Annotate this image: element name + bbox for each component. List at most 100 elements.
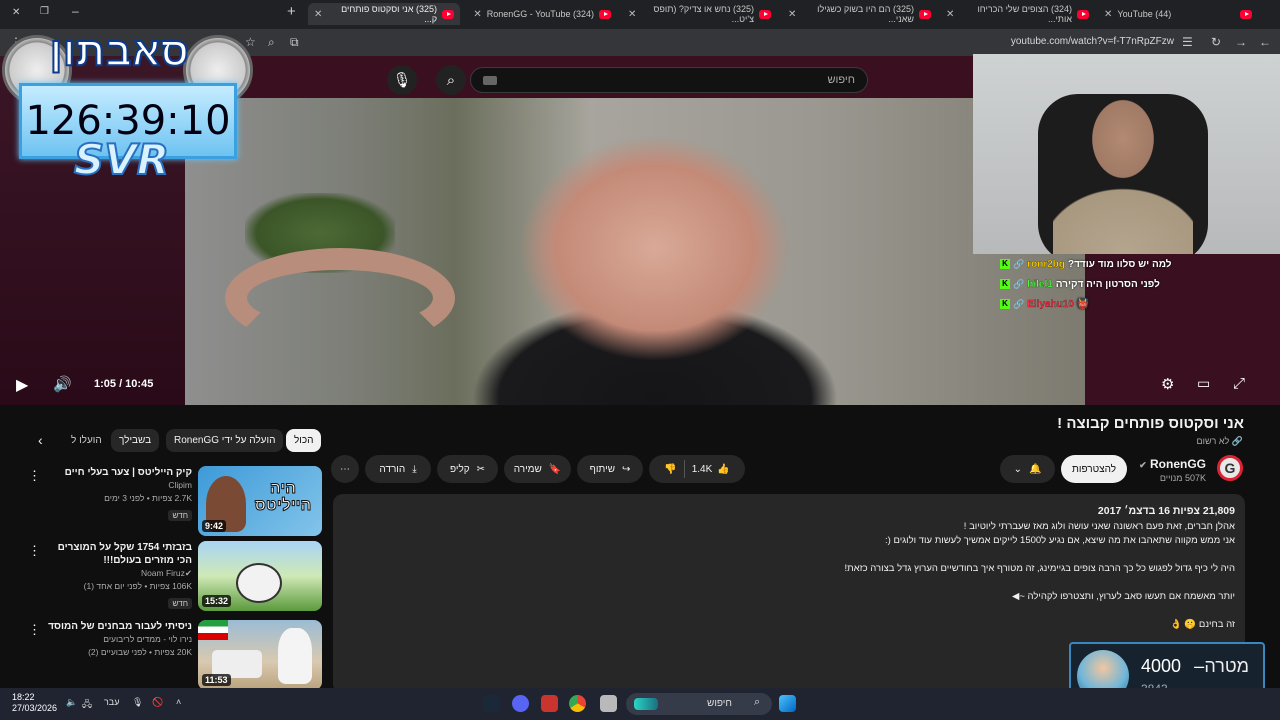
video-thumbnail[interactable]: היה הייליטס 9:42: [198, 466, 322, 536]
mic-icon[interactable]: 🎙: [132, 697, 143, 708]
thumb-up-icon: 👍: [717, 463, 730, 475]
chat-message: K 🔗 Eliyahu10 👹: [1000, 294, 1280, 314]
taskbar-search-text: חיפוש: [707, 698, 732, 709]
taskbar-clock[interactable]: 18:22 27/03/2026: [12, 692, 57, 714]
app-icon[interactable]: [541, 695, 558, 712]
subscribed-dropdown-button[interactable]: 🔔 ⌄: [1000, 455, 1055, 483]
voice-search-button[interactable]: 🎙: [387, 65, 417, 95]
recommended-video[interactable]: 15:32 בזבזתי 1754 שקל על המוצרים הכי מוז…: [20, 541, 322, 611]
tab-current[interactable]: (325) אני וסקטוס פותחים ק... ✕: [308, 3, 460, 25]
zoom-icon[interactable]: ⌕: [268, 35, 275, 50]
video-thumbnail[interactable]: 15:32: [198, 541, 322, 611]
rec-channel[interactable]: ✔Noam Firuz: [42, 567, 192, 580]
clip-button[interactable]: ✂ קליפ: [437, 455, 498, 483]
search-button[interactable]: ⌕: [436, 65, 466, 95]
rec-channel[interactable]: Clipim: [42, 479, 192, 492]
close-tab-icon[interactable]: ✕: [314, 9, 322, 20]
keyboard-icon[interactable]: [483, 76, 497, 85]
filter-all[interactable]: הכול: [286, 429, 322, 452]
description-line: [343, 576, 1235, 590]
recommended-video[interactable]: 11:53 ניסיתי לעבור מבחנים של המוסד נירו …: [20, 620, 322, 690]
windows-start-icon[interactable]: [779, 695, 796, 712]
forward-icon[interactable]: →: [1235, 35, 1247, 49]
thumb-person: [278, 628, 312, 684]
network-icon[interactable]: 🖧: [82, 697, 92, 713]
close-tab-icon[interactable]: ✕: [628, 9, 636, 20]
more-dots-icon[interactable]: ⋮: [28, 543, 41, 559]
tray-expand-icon[interactable]: ˄: [176, 697, 181, 707]
filter-uploaded-by[interactable]: הועלה על ידי RonenGG: [166, 429, 284, 452]
language-indicator[interactable]: עבר: [104, 697, 119, 707]
reload-icon[interactable]: ↻: [1211, 35, 1221, 49]
share-icon: ↪: [622, 463, 631, 475]
dislike-button[interactable]: 👎: [664, 464, 676, 475]
duration-badge: 9:42: [202, 520, 227, 532]
rec-title[interactable]: ניסיתי לעבור מבחנים של המוסד: [42, 620, 192, 633]
tune-icon[interactable]: ☰: [1182, 35, 1193, 49]
file-explorer-icon[interactable]: [600, 695, 617, 712]
search-icon: ⌕: [754, 696, 761, 708]
rec-channel[interactable]: נירו לוי - ממדים לריבועים: [42, 633, 192, 646]
channel-avatar[interactable]: G: [1217, 455, 1243, 481]
tab-video-3[interactable]: (325) נחש או צדיק? (תופס צ'יט... ✕: [622, 3, 777, 25]
chat-text: 👹: [1076, 298, 1090, 310]
new-tab-icon[interactable]: +: [287, 3, 296, 20]
kick-badge-icon: K: [1000, 299, 1010, 309]
like-button[interactable]: 👍 1.4K: [692, 464, 730, 475]
rec-title[interactable]: בזבזתי 1754 שקל על המוצרים הכי מוזרים בע…: [42, 541, 192, 567]
taskbar: 18:22 27/03/2026 🔈 🖧 עבר 🎙 🚫 ˄ חיפוש ⌕: [0, 688, 1280, 720]
rec-title[interactable]: קיק הייליטס | צער בעלי חיים: [42, 466, 192, 479]
visibility-text: לא רשום: [1196, 436, 1230, 446]
youtube-search-box[interactable]: חיפוש: [470, 67, 868, 93]
join-button[interactable]: להצטרפות: [1061, 455, 1127, 483]
close-tab-icon[interactable]: ✕: [946, 9, 954, 20]
theater-mode-icon[interactable]: ▭: [1197, 375, 1210, 392]
video-thumbnail[interactable]: 11:53: [198, 620, 322, 690]
share-button[interactable]: ↪ שיתוף: [577, 455, 643, 483]
save-button[interactable]: 🔖 שמירה: [504, 455, 571, 483]
close-tab-icon[interactable]: ✕: [788, 9, 796, 20]
chevron-left-icon[interactable]: ‹: [38, 432, 43, 448]
close-tab-icon[interactable]: ✕: [473, 9, 481, 20]
more-actions-button[interactable]: ⋯: [331, 455, 359, 483]
url-text[interactable]: youtube.com/watch?v=f-T7nRpZFzw: [1011, 36, 1174, 47]
tab-video-1[interactable]: (324) הצופים שלי הכריחו אותי... ✕: [940, 3, 1095, 25]
play-icon[interactable]: ▶: [16, 375, 28, 395]
fullscreen-icon[interactable]: ⤢: [1233, 375, 1245, 392]
link-badge-icon: 🔗: [1013, 278, 1025, 289]
bookmark-icon: 🔖: [548, 463, 562, 475]
discord-icon[interactable]: [512, 695, 529, 712]
subscriber-count: 507K מנויים: [1159, 473, 1206, 483]
video-frame[interactable]: [185, 98, 1085, 405]
mute-icon[interactable]: 🚫: [152, 697, 163, 708]
tab-ronengg[interactable]: (324) RonenGG - YouTube ✕: [465, 3, 617, 25]
recommended-video[interactable]: היה הייליטס 9:42 קיק הייליטס | צער בעלי …: [20, 466, 322, 536]
youtube-icon: [1077, 9, 1089, 19]
view-date-meta: 21,809 צפיות 16 בדצמ׳ 2017: [1097, 505, 1235, 517]
volume-icon[interactable]: 🔊: [53, 375, 72, 393]
share-label: שיתוף: [589, 463, 616, 475]
back-icon[interactable]: ←: [1259, 35, 1271, 49]
goal-target: 4000 –: [1141, 656, 1204, 677]
more-dots-icon[interactable]: ⋮: [28, 468, 41, 484]
settings-gear-icon[interactable]: ⚙: [1161, 375, 1174, 393]
tab-video-2[interactable]: (325) הם היו בשוק כשגילו שאני... ✕: [782, 3, 937, 25]
thumb-object: [236, 563, 282, 603]
channel-name[interactable]: RonenGG ✔: [1139, 457, 1206, 471]
youtube-icon: [1240, 9, 1252, 19]
chat-message: K 🔗 ronr2bg ?למה יש סלוו מוד עודד: [1000, 254, 1280, 274]
more-dots-icon[interactable]: ⋮: [28, 622, 41, 638]
close-tab-icon[interactable]: ✕: [1104, 9, 1112, 20]
duration-badge: 11:53: [202, 674, 231, 686]
steam-icon[interactable]: [483, 695, 500, 712]
speaker-icon[interactable]: 🔈: [66, 697, 77, 708]
flag-icon: [198, 620, 228, 640]
filter-for-you[interactable]: בשבילך: [111, 429, 160, 452]
chrome-icon[interactable]: [569, 695, 586, 712]
channel-name-text: RonenGG: [1150, 457, 1206, 471]
rec-info: ניסיתי לעבור מבחנים של המוסד נירו לוי - …: [42, 620, 192, 659]
tab-youtube-home[interactable]: ✕ YouTube (44): [1098, 3, 1258, 25]
download-button[interactable]: ⤓ הורדה: [365, 455, 431, 483]
filter-recent[interactable]: הועלו ל: [63, 429, 110, 452]
install-app-icon[interactable]: ⧉: [290, 35, 299, 50]
